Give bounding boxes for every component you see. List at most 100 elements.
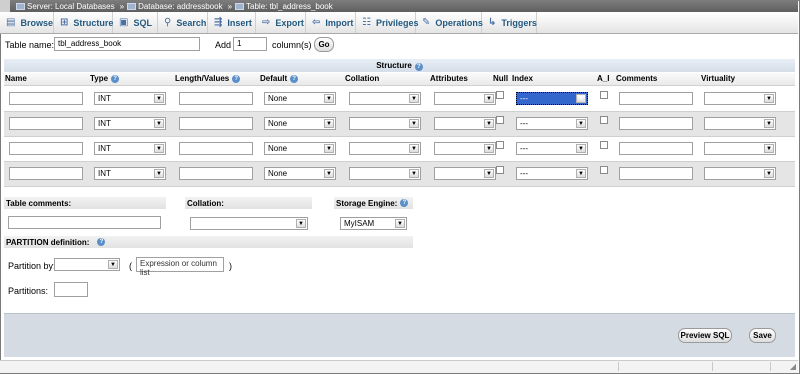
column-type-select[interactable]: INT ▼	[94, 92, 166, 105]
column-default-select[interactable]: None ▼	[264, 142, 336, 155]
column-name-input[interactable]	[9, 142, 83, 155]
tab-insert[interactable]: ⇶ Insert	[208, 12, 256, 33]
breadcrumb-database[interactable]: Database: addressbook	[138, 2, 223, 11]
table-collation-select[interactable]: ▼	[190, 217, 308, 230]
column-type-select[interactable]: INT ▼	[94, 142, 166, 155]
column-length-input[interactable]	[179, 92, 253, 105]
add-columns-input[interactable]: 1	[233, 37, 267, 51]
row-divider	[4, 186, 795, 187]
tab-bar: ▤ Browse ⊞ Structure ▣ SQL ⚲ Search ⇶ Insert …	[0, 12, 798, 34]
chevron-down-icon: ▼	[764, 119, 774, 128]
column-virtuality-select[interactable]: ▼	[704, 142, 776, 155]
help-icon[interactable]: ?	[111, 74, 120, 83]
tab-label: Browse	[20, 17, 53, 28]
paren-open: (	[129, 261, 132, 271]
column-collation-select[interactable]: ▼	[349, 167, 421, 180]
go-button[interactable]: Go	[314, 37, 334, 52]
column-attributes-select[interactable]: ▼	[434, 92, 496, 105]
privileges-icon: ☷	[362, 17, 371, 28]
column-attributes-select[interactable]: ▼	[434, 117, 496, 130]
partitions-label: Partitions:	[8, 286, 49, 296]
chevron-down-icon: ▼	[154, 94, 164, 103]
column-name-input[interactable]	[9, 92, 83, 105]
column-ai-checkbox[interactable]	[600, 116, 608, 124]
help-icon[interactable]: ?	[97, 238, 106, 246]
column-type-select[interactable]: INT ▼	[94, 117, 166, 130]
column-virtuality-select[interactable]: ▼	[704, 167, 776, 180]
column-index-select[interactable]: --- ▼	[516, 92, 588, 105]
chevron-down-icon: ▼	[409, 119, 419, 128]
column-ai-checkbox[interactable]	[600, 141, 608, 149]
table-comments-input[interactable]	[8, 216, 161, 229]
tab-search[interactable]: ⚲ Search	[158, 12, 208, 33]
column-null-checkbox[interactable]	[496, 141, 504, 149]
column-comments-input[interactable]	[619, 117, 693, 130]
breadcrumb-server[interactable]: Server: Local Databases	[27, 2, 115, 11]
column-index-select[interactable]: --- ▼	[516, 167, 588, 180]
column-name-input[interactable]	[9, 117, 83, 130]
column-length-input[interactable]	[179, 167, 253, 180]
insert-icon: ⇶	[214, 17, 223, 28]
column-name-input[interactable]	[9, 167, 83, 180]
action-panel: Preview SQL Save	[4, 313, 795, 357]
storage-engine-select[interactable]: MyISAM ▼	[340, 217, 407, 230]
column-virtuality-select[interactable]: ▼	[704, 117, 776, 130]
column-comments-input[interactable]	[619, 92, 693, 105]
partition-by-label: Partition by:	[8, 261, 56, 271]
column-collation-select[interactable]: ▼	[349, 142, 421, 155]
column-type-select[interactable]: INT ▼	[94, 167, 166, 180]
tab-browse[interactable]: ▤ Browse	[0, 12, 54, 33]
tab-operations[interactable]: ✎ Operations	[416, 12, 483, 33]
column-null-checkbox[interactable]	[496, 91, 504, 99]
tab-structure[interactable]: ⊞ Structure	[54, 12, 113, 33]
resize-grip-icon[interactable]: ◢	[790, 362, 796, 371]
preview-sql-button[interactable]: Preview SQL	[678, 328, 732, 343]
collation-label: Collation:	[185, 197, 312, 209]
import-icon: ⇦	[312, 17, 321, 28]
column-default-select[interactable]: None ▼	[264, 92, 336, 105]
help-icon[interactable]: ?	[232, 74, 241, 83]
column-attributes-select[interactable]: ▼	[434, 142, 496, 155]
paren-close: )	[229, 261, 232, 271]
help-icon[interactable]: ?	[290, 74, 299, 83]
save-button[interactable]: Save	[749, 328, 776, 343]
header-length: Length/Values?	[175, 74, 241, 83]
tab-export[interactable]: ⇨ Export	[256, 12, 306, 33]
tab-import[interactable]: ⇦ Import	[306, 12, 356, 33]
chevron-down-icon: ▼	[296, 219, 306, 228]
column-index-select[interactable]: --- ▼	[516, 142, 588, 155]
column-attributes-select[interactable]: ▼	[434, 167, 496, 180]
tab-sql[interactable]: ▣ SQL	[113, 12, 158, 33]
column-collation-select[interactable]: ▼	[349, 92, 421, 105]
chevron-down-icon: ▼	[764, 169, 774, 178]
chevron-down-icon: ▼	[409, 169, 419, 178]
column-null-checkbox[interactable]	[496, 166, 504, 174]
column-virtuality-select[interactable]: ▼	[704, 92, 776, 105]
column-null-checkbox[interactable]	[496, 116, 504, 124]
database-icon	[127, 2, 137, 10]
help-icon[interactable]: ?	[414, 63, 423, 71]
column-ai-checkbox[interactable]	[600, 166, 608, 174]
table-name-input[interactable]: tbl_address_book	[54, 37, 200, 51]
column-default-select[interactable]: None ▼	[264, 117, 336, 130]
help-icon[interactable]: ?	[400, 199, 409, 207]
partition-by-select[interactable]: ▼	[54, 258, 120, 271]
tab-privileges[interactable]: ☷ Privileges	[356, 12, 419, 33]
column-row: INT ▼ None ▼ ▼ ▼ --- ▼ ▼	[4, 87, 795, 111]
partition-expression-input[interactable]: Expression or column list	[136, 257, 224, 277]
partitions-input[interactable]	[54, 282, 88, 297]
column-comments-input[interactable]	[619, 142, 693, 155]
tab-label: Insert	[227, 17, 252, 28]
column-length-input[interactable]	[179, 142, 253, 155]
column-comments-input[interactable]	[619, 167, 693, 180]
column-collation-select[interactable]: ▼	[349, 117, 421, 130]
column-index-select[interactable]: --- ▼	[516, 117, 588, 130]
header-attributes: Attributes	[430, 74, 468, 83]
breadcrumb-table[interactable]: Table: tbl_address_book	[246, 2, 333, 11]
server-icon	[16, 2, 25, 10]
column-length-input[interactable]	[179, 117, 253, 130]
tab-triggers[interactable]: ↳ Triggers	[482, 12, 537, 33]
chevron-down-icon: ▼	[764, 94, 774, 103]
column-default-select[interactable]: None ▼	[264, 167, 336, 180]
column-ai-checkbox[interactable]	[600, 91, 608, 99]
